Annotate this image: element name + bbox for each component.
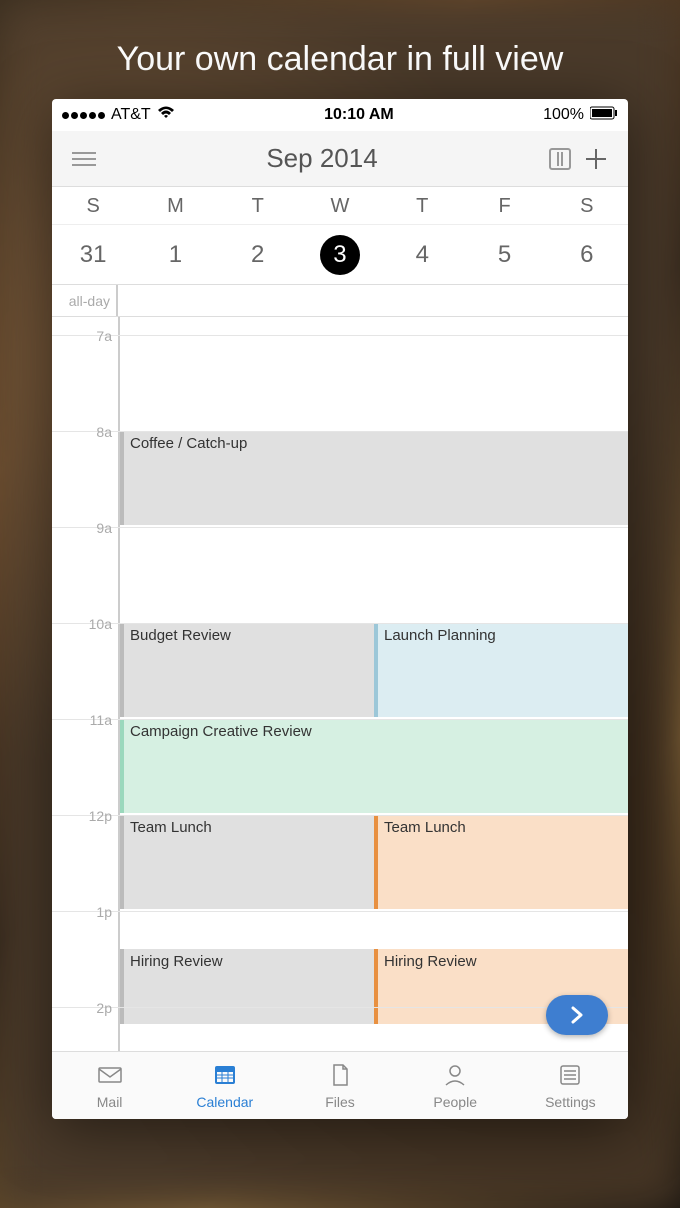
hamburger-icon — [72, 152, 96, 166]
hour-row: 9a — [52, 527, 628, 623]
allday-row: all-day — [52, 285, 628, 317]
view-toggle-button[interactable] — [542, 141, 578, 177]
promo-headline: Your own calendar in full view — [0, 0, 680, 99]
tab-mail[interactable]: Mail — [52, 1052, 167, 1119]
wifi-icon — [157, 106, 175, 125]
battery-icon — [590, 106, 618, 125]
files-icon — [326, 1061, 354, 1092]
month-title[interactable]: Sep 2014 — [102, 143, 542, 174]
date-cell[interactable]: 31 — [52, 225, 134, 284]
mail-icon — [96, 1061, 124, 1092]
tab-label: Files — [325, 1094, 355, 1110]
weekday-label: S — [546, 187, 628, 225]
hour-label: 2p — [52, 1000, 112, 1016]
hour-row: 7a — [52, 335, 628, 431]
tab-files[interactable]: Files — [282, 1052, 397, 1119]
people-icon — [441, 1061, 469, 1092]
hour-label: 7a — [52, 328, 112, 344]
weekday-label: W — [299, 187, 381, 225]
date-cell[interactable]: 2 — [217, 225, 299, 284]
hour-label: 1p — [52, 904, 112, 920]
carrier-label: AT&T — [111, 106, 151, 124]
tab-label: Mail — [97, 1094, 123, 1110]
hour-row: 12p — [52, 815, 628, 911]
hour-row: 1p — [52, 911, 628, 1007]
plus-icon — [583, 146, 609, 172]
hour-label: 8a — [52, 424, 112, 440]
weekday-label: F — [463, 187, 545, 225]
hour-row: 8a — [52, 431, 628, 527]
hour-row: 11a — [52, 719, 628, 815]
tab-bar: Mail Calendar Files People Settings — [52, 1051, 628, 1119]
menu-button[interactable] — [66, 141, 102, 177]
tab-settings[interactable]: Settings — [513, 1052, 628, 1119]
hour-label: 10a — [52, 616, 112, 632]
add-button[interactable] — [578, 141, 614, 177]
battery-percent: 100% — [543, 106, 584, 124]
next-fab-button[interactable] — [546, 995, 608, 1035]
nav-bar: Sep 2014 — [52, 131, 628, 187]
tab-label: People — [433, 1094, 477, 1110]
tab-calendar[interactable]: Calendar — [167, 1052, 282, 1119]
hour-label: 9a — [52, 520, 112, 536]
tab-label: Calendar — [196, 1094, 253, 1110]
calendar-icon — [211, 1061, 239, 1092]
weekday-label: T — [217, 187, 299, 225]
date-cell[interactable]: 5 — [463, 225, 545, 284]
allday-content[interactable] — [116, 285, 628, 316]
hour-label: 11a — [52, 712, 112, 728]
status-bar: AT&T 10:10 AM 100% — [52, 99, 628, 131]
tab-people[interactable]: People — [398, 1052, 513, 1119]
tab-label: Settings — [545, 1094, 596, 1110]
timeline[interactable]: Coffee / Catch-upBudget ReviewLaunch Pla… — [52, 317, 628, 1051]
weekday-label: S — [52, 187, 134, 225]
date-cell[interactable]: 4 — [381, 225, 463, 284]
weekday-label: T — [381, 187, 463, 225]
settings-icon — [556, 1061, 584, 1092]
chevron-right-icon — [569, 1005, 585, 1025]
weekday-header: SMTWTFS — [52, 187, 628, 225]
signal-dots-icon — [62, 112, 105, 119]
date-row: 31123456 — [52, 225, 628, 285]
weekday-label: M — [134, 187, 216, 225]
columns-icon — [547, 146, 573, 172]
phone-frame: AT&T 10:10 AM 100% Sep 2014 SMTWTFS 3112… — [52, 99, 628, 1119]
hour-row: 2p — [52, 1007, 628, 1051]
date-cell[interactable]: 1 — [134, 225, 216, 284]
hour-row: 10a — [52, 623, 628, 719]
date-cell[interactable]: 6 — [546, 225, 628, 284]
hour-label: 12p — [52, 808, 112, 824]
date-cell[interactable]: 3 — [299, 225, 381, 284]
allday-label: all-day — [52, 285, 116, 316]
clock-label: 10:10 AM — [324, 106, 394, 124]
